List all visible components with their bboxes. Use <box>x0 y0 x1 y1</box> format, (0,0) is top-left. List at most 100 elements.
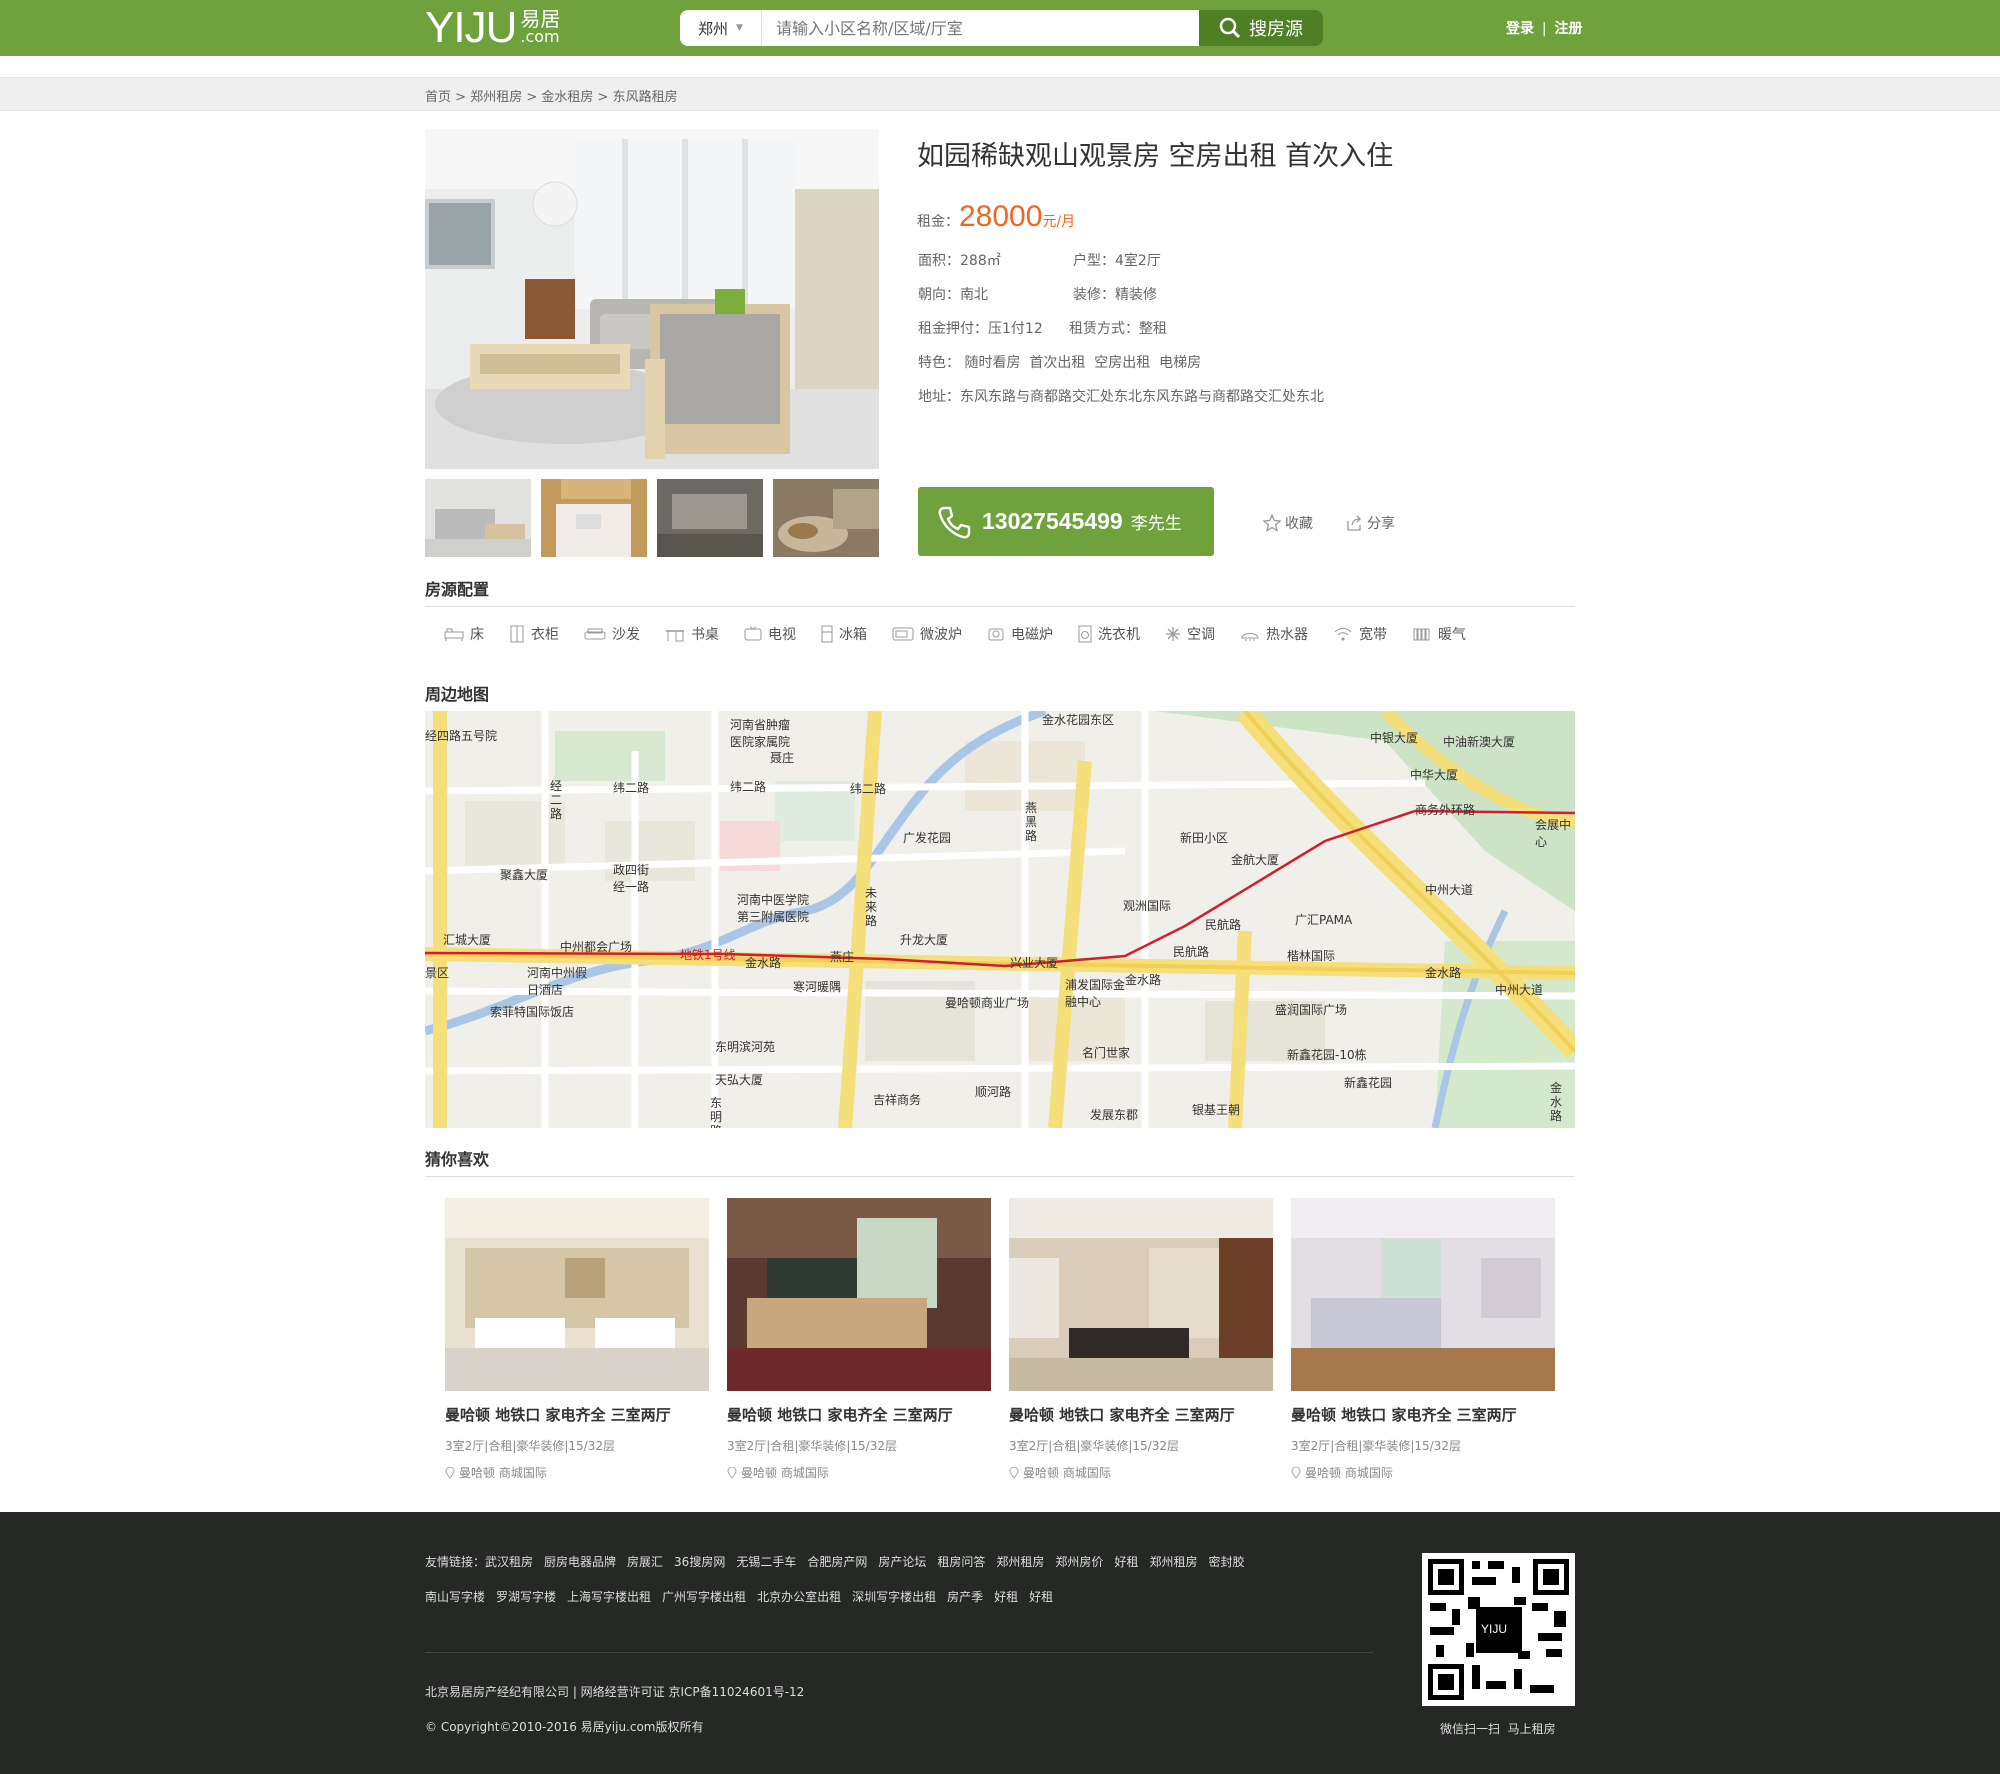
footer-link[interactable]: 房展汇 <box>627 1555 663 1569</box>
recommend-location: 曼哈顿 商城国际 <box>1009 1464 1273 1481</box>
area-info: 面积：288㎡ <box>918 253 1001 269</box>
recommend-title[interactable]: 曼哈顿 地铁口 家电齐全 三室两厅 <box>445 1404 709 1425</box>
thumbnail-strip <box>425 479 879 557</box>
footer-link[interactable]: 友情链接：武汉租房 <box>425 1555 533 1569</box>
rent-value: 28000 <box>959 200 1043 233</box>
map-poi: 汇城大厦 <box>443 933 492 947</box>
recommend-title[interactable]: 曼哈顿 地铁口 家电齐全 三室两厅 <box>727 1404 991 1425</box>
call-button[interactable]: 13027545499 李先生 <box>918 487 1214 556</box>
recommend-photo[interactable] <box>1009 1198 1273 1391</box>
search-button-label: 搜房源 <box>1249 19 1303 40</box>
recommend-card[interactable]: 曼哈顿 地铁口 家电齐全 三室两厅 3室2厅|合租|豪华装修|15/32层 曼哈… <box>1009 1198 1273 1481</box>
map-road-label: 金水路 <box>1125 973 1162 987</box>
recommend-card[interactable]: 曼哈顿 地铁口 家电齐全 三室两厅 3室2厅|合租|豪华装修|15/32层 曼哈… <box>727 1198 991 1481</box>
amenity-air-conditioner: 空调 <box>1165 624 1215 644</box>
amenity-label: 电磁炉 <box>1011 627 1053 643</box>
footer-link[interactable]: 房产季 <box>947 1590 983 1604</box>
amenity-label: 衣柜 <box>531 627 559 643</box>
map-metro-label: 地铁1号线 <box>680 948 736 962</box>
recommend-location-text: 曼哈顿 商城国际 <box>741 1466 829 1480</box>
search-button[interactable]: 搜房源 <box>1199 10 1323 46</box>
footer-link[interactable]: 罗湖写字楼 <box>496 1590 556 1604</box>
friend-links-row1: 友情链接：武汉租房 厨房电器品牌 房展汇 36搜房网 无锡二手车 合肥房产网 房产论坛 租房问… <box>425 1553 1255 1570</box>
map-poi: 金水花园东区 <box>1042 713 1115 727</box>
footer-link[interactable]: 房产论坛 <box>878 1555 926 1569</box>
footer-link[interactable]: 广州写字楼出租 <box>662 1590 746 1604</box>
recommend-location: 曼哈顿 商城国际 <box>1291 1464 1555 1481</box>
recommend-photo[interactable] <box>727 1198 991 1391</box>
map-road-label: 民航路 <box>1205 918 1242 932</box>
site-logo[interactable]: YIJU 易居 .com <box>425 6 560 50</box>
map-road-label: 商务外环路 <box>1415 803 1476 817</box>
footer-divider <box>425 1652 1373 1653</box>
recommend-photo[interactable] <box>1291 1198 1555 1391</box>
search-bar: 郑州 ▼ 搜房源 <box>680 10 1323 46</box>
footer-link[interactable]: 无锡二手车 <box>736 1555 796 1569</box>
breadcrumb-dongfeng-rent[interactable]: 东风路租房 <box>613 90 678 105</box>
recommend-meta: 3室2厅|合租|豪华装修|15/32层 <box>727 1439 897 1453</box>
city-select[interactable]: 郑州 ▼ <box>680 10 762 46</box>
share-button[interactable]: 分享 <box>1345 513 1395 533</box>
breadcrumb: 首页 > 郑州租房 > 金水租房 > 东风路租房 <box>425 90 678 105</box>
location-pin-icon <box>445 1466 455 1479</box>
footer-link[interactable]: 郑州房价 <box>1055 1555 1103 1569</box>
footer-link[interactable]: 好租 <box>1114 1555 1138 1569</box>
footer-link[interactable]: 合肥房产网 <box>807 1555 867 1569</box>
map-road-label: 中州大道 <box>1425 883 1474 897</box>
register-link[interactable]: 注册 <box>1554 21 1582 37</box>
thumbnail-1[interactable] <box>425 479 531 557</box>
footer-link[interactable]: 上海写字楼出租 <box>567 1590 651 1604</box>
login-link[interactable]: 登录 <box>1506 21 1534 37</box>
wechat-qr-code: YIJU <box>1422 1553 1575 1706</box>
breadcrumb-bar: 首页 > 郑州租房 > 金水租房 > 东风路租房 <box>0 77 2000 111</box>
recommend-card[interactable]: 曼哈顿 地铁口 家电齐全 三室两厅 3室2厅|合租|豪华装修|15/32层 曼哈… <box>1291 1198 1555 1481</box>
main-photo[interactable] <box>425 129 879 469</box>
footer-link[interactable]: 郑州租房 <box>996 1555 1044 1569</box>
search-input[interactable] <box>762 10 1199 46</box>
recommend-title[interactable]: 曼哈顿 地铁口 家电齐全 三室两厅 <box>1291 1404 1555 1425</box>
footer-link[interactable]: 好租 <box>994 1590 1018 1604</box>
location-pin-icon <box>727 1466 737 1479</box>
breadcrumb-home[interactable]: 首页 <box>425 90 451 105</box>
recommend-photo[interactable] <box>445 1198 709 1391</box>
map-poi: 聂庄 <box>770 751 795 765</box>
favorite-button[interactable]: 收藏 <box>1263 513 1313 533</box>
footer-link[interactable]: 南山写字楼 <box>425 1590 485 1604</box>
tv-icon <box>744 626 762 641</box>
recommend-card[interactable]: 曼哈顿 地铁口 家电齐全 三室两厅 3室2厅|合租|豪华装修|15/32层 曼哈… <box>445 1198 709 1481</box>
location-pin-icon <box>1009 1466 1019 1479</box>
amenity-label: 宽带 <box>1359 627 1387 643</box>
map-poi: 河南省肿瘤医院家属院 <box>730 718 791 749</box>
footer-link[interactable]: 密封胶 <box>1208 1555 1244 1569</box>
breadcrumb-jinshui-rent[interactable]: 金水租房 <box>541 90 593 105</box>
recommend-title[interactable]: 曼哈顿 地铁口 家电齐全 三室两厅 <box>1009 1404 1273 1425</box>
surrounding-map[interactable]: 纬二路 纬二路 纬二路 经二路 政四街经一路 金水路 金水路 金水路 东明路 顺… <box>425 711 1575 1128</box>
recommend-list: 曼哈顿 地铁口 家电齐全 三室两厅 3室2厅|合租|豪华装修|15/32层 曼哈… <box>445 1198 1555 1481</box>
induction-cooker-icon <box>988 628 1004 641</box>
footer-link[interactable]: 好租 <box>1029 1590 1053 1604</box>
footer-link[interactable]: 北京办公室出租 <box>757 1590 841 1604</box>
recommend-location: 曼哈顿 商城国际 <box>445 1464 709 1481</box>
breadcrumb-zhengzhou-rent[interactable]: 郑州租房 <box>470 90 522 105</box>
footer-link[interactable]: 深圳写字楼出租 <box>852 1590 936 1604</box>
top-navbar: YIJU 易居 .com 郑州 ▼ 搜房源 登录 | 注册 <box>0 0 2000 56</box>
radiator-icon <box>1413 628 1430 641</box>
amenity-sofa: 沙发 <box>584 624 640 644</box>
map-road-label: 经四路五号院 <box>425 729 498 743</box>
footer-link[interactable]: 郑州租房 <box>1149 1555 1197 1569</box>
footer-link[interactable]: 36搜房网 <box>674 1555 725 1569</box>
thumbnail-4[interactable] <box>773 479 879 557</box>
amenity-label: 电视 <box>768 627 796 643</box>
map-poi: 兴业大厦 <box>1010 956 1059 970</box>
amenity-washer: 洗衣机 <box>1078 624 1140 644</box>
footer-link[interactable]: 厨房电器品牌 <box>544 1555 616 1569</box>
thumbnail-3[interactable] <box>657 479 763 557</box>
amenity-tv: 电视 <box>744 624 796 644</box>
features-info: 特色： 随时看房 首次出租 空房出租 电梯房 <box>918 355 1202 371</box>
footer-link[interactable]: 租房问答 <box>937 1555 985 1569</box>
recommend-meta: 3室2厅|合租|豪华装修|15/32层 <box>1291 1439 1461 1453</box>
map-poi: 吉祥商务 <box>873 1093 922 1107</box>
thumbnail-2[interactable] <box>541 479 647 557</box>
map-road-label: 纬二路 <box>730 780 767 794</box>
copyright: © Copyright©2010-2016 易居yiju.com版权所有 <box>425 1720 704 1734</box>
